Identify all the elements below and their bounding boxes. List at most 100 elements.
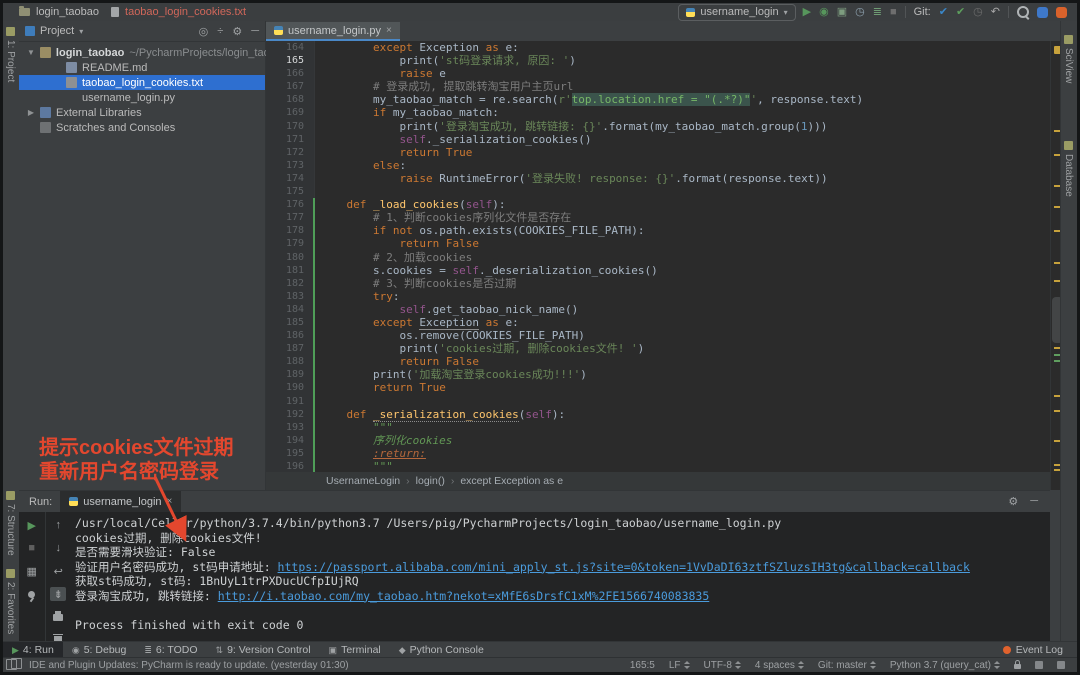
editor-tab[interactable]: username_login.py × <box>266 22 400 41</box>
debug-button[interactable]: ◉ <box>819 6 829 18</box>
code-line-171[interactable]: 171 self._serialization_cookies() <box>266 133 1050 146</box>
breadcrumb-project[interactable]: login_taobao <box>36 6 99 18</box>
console-link[interactable]: http://i.taobao.com/my_taobao.htm?nekot=… <box>218 589 710 603</box>
inspections-icon[interactable] <box>1057 661 1065 669</box>
code-line-175[interactable]: 175 <box>266 185 1050 198</box>
toolwindow-button-9-version-control[interactable]: ⇅9: Version Control <box>207 642 320 658</box>
up-stack-trace-icon[interactable]: ↑ <box>50 518 66 532</box>
toolwindow-button-terminal[interactable]: ▣Terminal <box>320 642 390 658</box>
pin-icon[interactable] <box>24 587 40 601</box>
collapse-all-icon[interactable]: ÷ <box>217 25 223 38</box>
run-button[interactable]: ▶ <box>803 6 811 18</box>
code-line-182[interactable]: 182 # 3、判断cookies是否过期 <box>266 277 1050 290</box>
status-widget[interactable]: LF <box>669 660 690 671</box>
hide-panel-icon[interactable]: ─ <box>251 25 259 38</box>
lock-icon[interactable] <box>1014 664 1021 669</box>
scroll-to-end-icon[interactable]: ⇟ <box>50 587 66 601</box>
code-line-183[interactable]: 183 try: <box>266 290 1050 303</box>
stop-button[interactable]: ■ <box>24 541 40 555</box>
code-line-195[interactable]: 195 :return: <box>266 447 1050 460</box>
code-line-196[interactable]: 196 """ <box>266 460 1050 472</box>
code-line-167[interactable]: 167 # 登录成功, 提取跳转淘宝用户主页url <box>266 80 1050 93</box>
vcs-rollback-button[interactable]: ↶ <box>991 6 1000 18</box>
status-widget[interactable]: 4 spaces <box>755 660 804 671</box>
hide-panel-icon[interactable]: ─ <box>1030 495 1038 508</box>
restore-layout-icon[interactable]: ▦ <box>24 564 40 578</box>
tool-button-project[interactable]: 1: Project <box>5 27 16 82</box>
code-line-169[interactable]: 169 if my_taobao_match: <box>266 106 1050 119</box>
code-line-170[interactable]: 170 print('登录淘宝成功, 跳转链接: {}'.format(my_t… <box>266 120 1050 133</box>
event-log-button[interactable]: Event Log <box>1003 644 1077 656</box>
vcs-history-button[interactable]: ◷ <box>973 6 983 18</box>
tree-item-scratches-and-consoles[interactable]: Scratches and Consoles <box>19 120 265 135</box>
code-line-186[interactable]: 186 os.remove(COOKIES_FILE_PATH) <box>266 329 1050 342</box>
soft-wrap-icon[interactable]: ↩ <box>50 564 66 578</box>
rerun-button[interactable]: ▶ <box>24 518 40 532</box>
project-panel-title[interactable]: Project <box>40 25 74 37</box>
toolwindow-button-4-run[interactable]: ▶4: Run <box>3 642 63 658</box>
code-line-188[interactable]: 188 return False <box>266 355 1050 368</box>
breadcrumb-item[interactable]: except Exception as e <box>460 475 563 487</box>
status-widget[interactable]: UTF-8 <box>704 660 741 671</box>
code-line-179[interactable]: 179 return False <box>266 237 1050 250</box>
tool-button-favorites[interactable]: 2: Favorites <box>5 569 16 634</box>
gear-icon[interactable]: ⚙ <box>1008 495 1018 508</box>
code-line-189[interactable]: 189 print('加载淘宝登录cookies成功!!!') <box>266 368 1050 381</box>
code-line-164[interactable]: 164 except Exception as e: <box>266 41 1050 54</box>
chevron-down-icon[interactable]: ▾ <box>79 27 83 36</box>
code-line-165[interactable]: 165 print('st码登录请求, 原因: ') <box>266 54 1050 67</box>
tool-button-structure[interactable]: 7: Structure <box>5 491 16 556</box>
code-line-166[interactable]: 166 raise e <box>266 67 1050 80</box>
code-line-181[interactable]: 181 s.cookies = self._deserialization_co… <box>266 264 1050 277</box>
run-configuration-select[interactable]: username_login ▾ <box>678 4 795 21</box>
status-widget[interactable]: Python 3.7 (query_cat) <box>890 660 1000 671</box>
down-stack-trace-icon[interactable]: ↓ <box>50 541 66 555</box>
run-coverage-button[interactable]: ▣ <box>837 6 847 18</box>
toolwindow-button-6-todo[interactable]: ≣6: TODO <box>135 642 206 658</box>
code-line-193[interactable]: 193 """ <box>266 421 1050 434</box>
breadcrumb-file[interactable]: taobao_login_cookies.txt <box>125 6 246 18</box>
vcs-commit-button[interactable]: ✔ <box>956 6 965 18</box>
concurrency-button[interactable]: ≣ <box>873 6 882 18</box>
code-line-192[interactable]: 192 def _serialization_cookies(self): <box>266 408 1050 421</box>
code-line-180[interactable]: 180 # 2、加载cookies <box>266 251 1050 264</box>
status-message[interactable]: IDE and Plugin Updates: PyCharm is ready… <box>3 660 349 671</box>
code-line-185[interactable]: 185 except Exception as e: <box>266 316 1050 329</box>
toolwindow-button-5-debug[interactable]: ◉5: Debug <box>63 642 135 658</box>
toolwindow-toggle-icon[interactable] <box>6 659 17 670</box>
console-link[interactable]: https://passport.alibaba.com/mini_apply_… <box>278 560 970 574</box>
code-line-184[interactable]: 184 self.get_taobao_nick_name() <box>266 303 1050 316</box>
code-line-172[interactable]: 172 return True <box>266 146 1050 159</box>
status-widget[interactable]: 165:5 <box>630 660 655 671</box>
tree-chevron-icon[interactable]: ▶ <box>27 108 35 117</box>
locate-icon[interactable]: ◎ <box>199 25 209 38</box>
profiler-button[interactable]: ◷ <box>855 6 865 18</box>
tree-chevron-icon[interactable]: ▼ <box>27 48 35 57</box>
print-icon[interactable] <box>50 610 66 624</box>
code-line-173[interactable]: 173 else: <box>266 159 1050 172</box>
plugin-icon-orange[interactable] <box>1056 7 1067 18</box>
code-line-174[interactable]: 174 raise RuntimeError('登录失败! response: … <box>266 172 1050 185</box>
status-widget[interactable]: Git: master <box>818 660 876 671</box>
toolwindow-button-python-console[interactable]: ◆Python Console <box>390 642 493 658</box>
code-line-177[interactable]: 177 # 1、判断cookies序列化文件是否存在 <box>266 211 1050 224</box>
code-line-190[interactable]: 190 return True <box>266 381 1050 394</box>
run-console-output[interactable]: /usr/local/Cellar/python/3.7.4/bin/pytho… <box>75 516 1046 645</box>
code-lines[interactable]: 164 except Exception as e:165 print('st码… <box>266 41 1050 472</box>
stop-button[interactable]: ■ <box>890 6 897 18</box>
tree-item-external-libraries[interactable]: ▶External Libraries <box>19 105 265 120</box>
code-line-194[interactable]: 194 序列化cookies <box>266 434 1050 447</box>
code-line-168[interactable]: 168 my_taobao_match = re.search(r'top.lo… <box>266 93 1050 106</box>
close-icon[interactable]: × <box>386 25 392 36</box>
gear-icon[interactable]: ⚙ <box>232 25 242 38</box>
tool-button-sciview[interactable]: SciView <box>1063 35 1074 83</box>
tree-item-username-login-py[interactable]: username_login.py <box>19 90 265 105</box>
plugin-icon-blue[interactable] <box>1037 7 1048 18</box>
code-line-191[interactable]: 191 <box>266 395 1050 408</box>
code-line-187[interactable]: 187 print('cookies过期, 删除cookies文件! ') <box>266 342 1050 355</box>
tree-item-login-taobao[interactable]: ▼login_taobao ~/PycharmProjects/login_ta… <box>19 45 265 60</box>
screen-reader-icon[interactable] <box>1035 661 1043 669</box>
tool-button-database[interactable]: Database <box>1063 141 1074 197</box>
tree-item-taobao-login-cookies-txt[interactable]: taobao_login_cookies.txt <box>19 75 265 90</box>
tree-item-readme-md[interactable]: README.md <box>19 60 265 75</box>
